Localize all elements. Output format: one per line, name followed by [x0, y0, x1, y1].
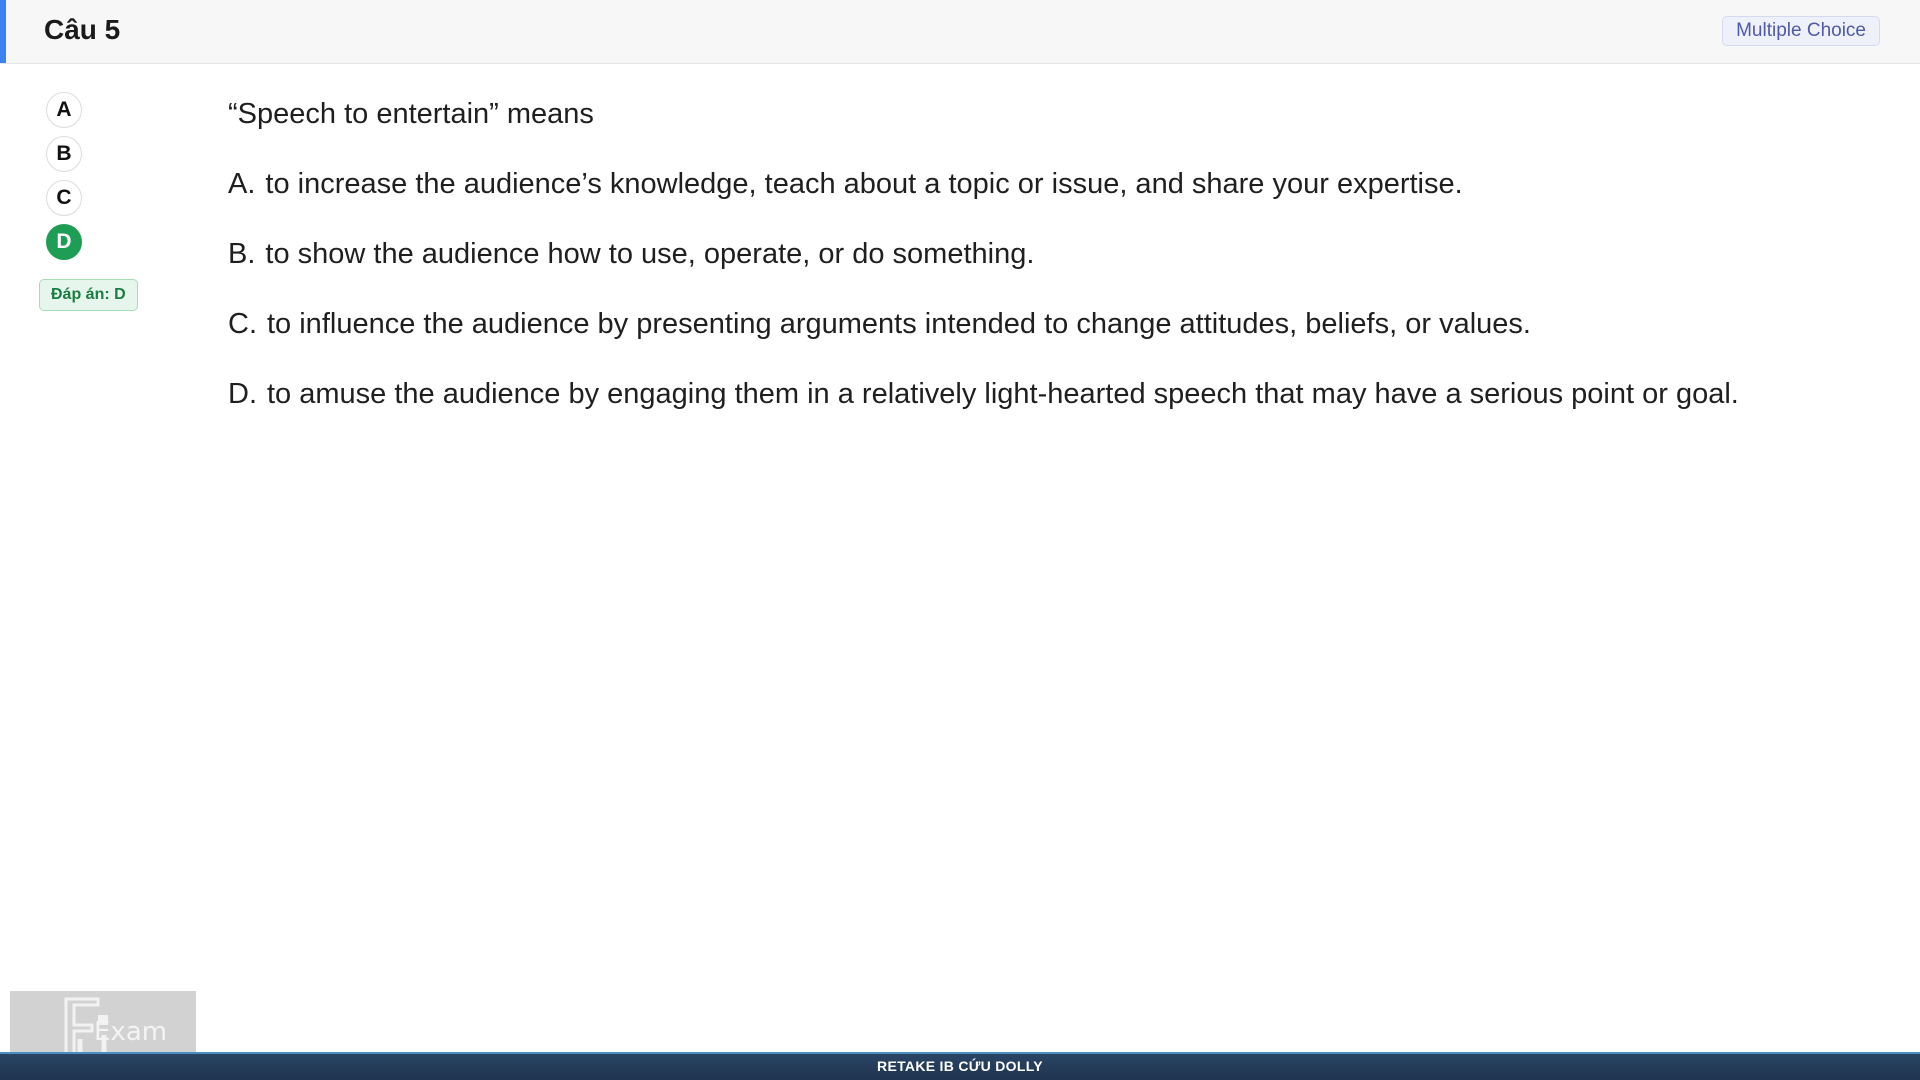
question-header: Câu 5 Multiple Choice — [0, 0, 1920, 64]
logo-text: Exam — [94, 1017, 168, 1047]
choice-text: to amuse the audience by engaging them i… — [267, 378, 1739, 410]
answer-options: A B C D — [46, 92, 86, 268]
choice-text: to influence the audience by presenting … — [267, 308, 1531, 340]
question-content: “Speech to entertain” means A. to increas… — [228, 96, 1788, 446]
choice-letter: D. — [228, 378, 257, 410]
footer-text: RETAKE IB CỨU DOLLY — [877, 1058, 1043, 1074]
header-accent-bar — [0, 0, 6, 63]
option-b-button[interactable]: B — [46, 136, 82, 172]
choice-text: to show the audience how to use, operate… — [265, 238, 1035, 270]
option-d-button[interactable]: D — [46, 224, 82, 260]
option-c-button[interactable]: C — [46, 180, 82, 216]
question-title: Câu 5 — [44, 14, 121, 45]
choice-letter: C. — [228, 308, 257, 340]
choice-d: D. to amuse the audience by engaging them… — [228, 376, 1788, 413]
question-stem: “Speech to entertain” means — [228, 98, 594, 130]
choice-letter: A. — [228, 168, 256, 200]
page: Câu 5 Multiple Choice A B C D Đáp án: D … — [0, 0, 1920, 1080]
choice-b: B. to show the audience how to use, opera… — [228, 236, 1788, 273]
choice-c: C. to influence the audience by presentin… — [228, 306, 1788, 343]
question-type-badge: Multiple Choice — [1722, 16, 1880, 46]
choice-a: A. to increase the audience’s knowledge, … — [228, 166, 1788, 203]
footer-bar: RETAKE IB CỨU DOLLY — [0, 1052, 1920, 1080]
option-a-button[interactable]: A — [46, 92, 82, 128]
choice-text: to increase the audience’s knowledge, te… — [265, 168, 1463, 200]
correct-answer-badge: Đáp án: D — [39, 279, 138, 311]
choice-letter: B. — [228, 238, 256, 270]
